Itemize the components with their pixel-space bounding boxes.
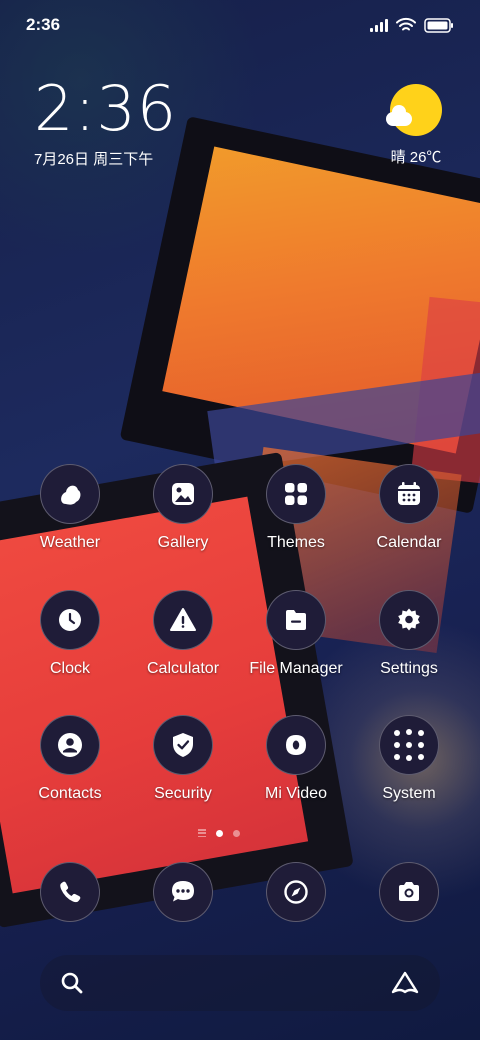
app-gallery[interactable]: Gallery	[123, 464, 243, 552]
system-folder-icon	[379, 715, 439, 775]
weather-icon	[40, 464, 100, 524]
clock-time: 2:36	[34, 72, 178, 145]
app-contacts[interactable]: Contacts	[10, 715, 130, 803]
security-icon	[153, 715, 213, 775]
dock-phone[interactable]	[10, 862, 130, 922]
app-label: Themes	[267, 534, 325, 551]
app-label: Calendar	[376, 534, 442, 551]
page-list-icon	[198, 829, 206, 837]
status-icons	[370, 17, 454, 33]
clock-date: 7月26日 周三下午	[34, 151, 154, 168]
page-dot-active	[216, 829, 223, 837]
clock-widget[interactable]: 2:36 7月26日 周三下午	[34, 78, 177, 169]
weather-widget[interactable]: 晴 26℃	[386, 84, 446, 167]
app-label: System	[382, 785, 436, 802]
app-label: Gallery	[157, 534, 209, 551]
status-time: 2:36	[26, 15, 61, 34]
assistant-icon[interactable]	[390, 970, 420, 996]
browser-icon	[266, 862, 326, 922]
camera-icon	[379, 862, 439, 922]
app-label: Security	[154, 785, 212, 802]
gallery-icon	[153, 464, 213, 524]
messages-icon	[153, 862, 213, 922]
weather-text: 晴 26℃	[390, 149, 442, 166]
file-manager-icon	[266, 590, 326, 650]
dock-browser[interactable]	[236, 862, 356, 922]
app-label: Calculator	[146, 660, 220, 677]
signal-icon	[370, 18, 388, 32]
dock-camera[interactable]	[349, 862, 469, 922]
app-mi-video[interactable]: Mi Video	[236, 715, 356, 803]
app-weather[interactable]: Weather	[10, 464, 130, 552]
page-dot	[233, 829, 240, 837]
status-bar: 2:36	[0, 0, 480, 50]
app-file-manager[interactable]: File Manager	[236, 590, 356, 678]
mi-video-icon	[266, 715, 326, 775]
app-system-folder[interactable]: System	[349, 715, 469, 803]
search-icon[interactable]	[60, 971, 84, 995]
app-clock[interactable]: Clock	[10, 590, 130, 678]
app-calendar[interactable]: Calendar	[349, 464, 469, 552]
wifi-icon	[396, 17, 416, 31]
app-label: Contacts	[38, 785, 102, 802]
app-label: File Manager	[249, 660, 343, 677]
calculator-icon	[153, 590, 213, 650]
app-themes[interactable]: Themes	[236, 464, 356, 552]
page-indicator[interactable]	[198, 829, 240, 837]
app-label: Clock	[49, 660, 90, 677]
app-security[interactable]: Security	[123, 715, 243, 803]
app-label: Weather	[39, 534, 101, 551]
app-label: Mi Video	[265, 785, 327, 802]
battery-icon	[424, 17, 453, 33]
sunny-cloud-icon	[386, 84, 442, 136]
phone-icon	[40, 862, 100, 922]
app-settings[interactable]: Settings	[349, 590, 469, 678]
app-calculator[interactable]: Calculator	[123, 590, 243, 678]
contacts-icon	[40, 715, 100, 775]
search-bar[interactable]	[40, 955, 440, 1011]
settings-icon	[379, 590, 439, 650]
calendar-icon	[379, 464, 439, 524]
themes-icon	[266, 464, 326, 524]
clock-icon	[40, 590, 100, 650]
app-label: Settings	[380, 660, 438, 677]
dock-messages[interactable]	[123, 862, 243, 922]
